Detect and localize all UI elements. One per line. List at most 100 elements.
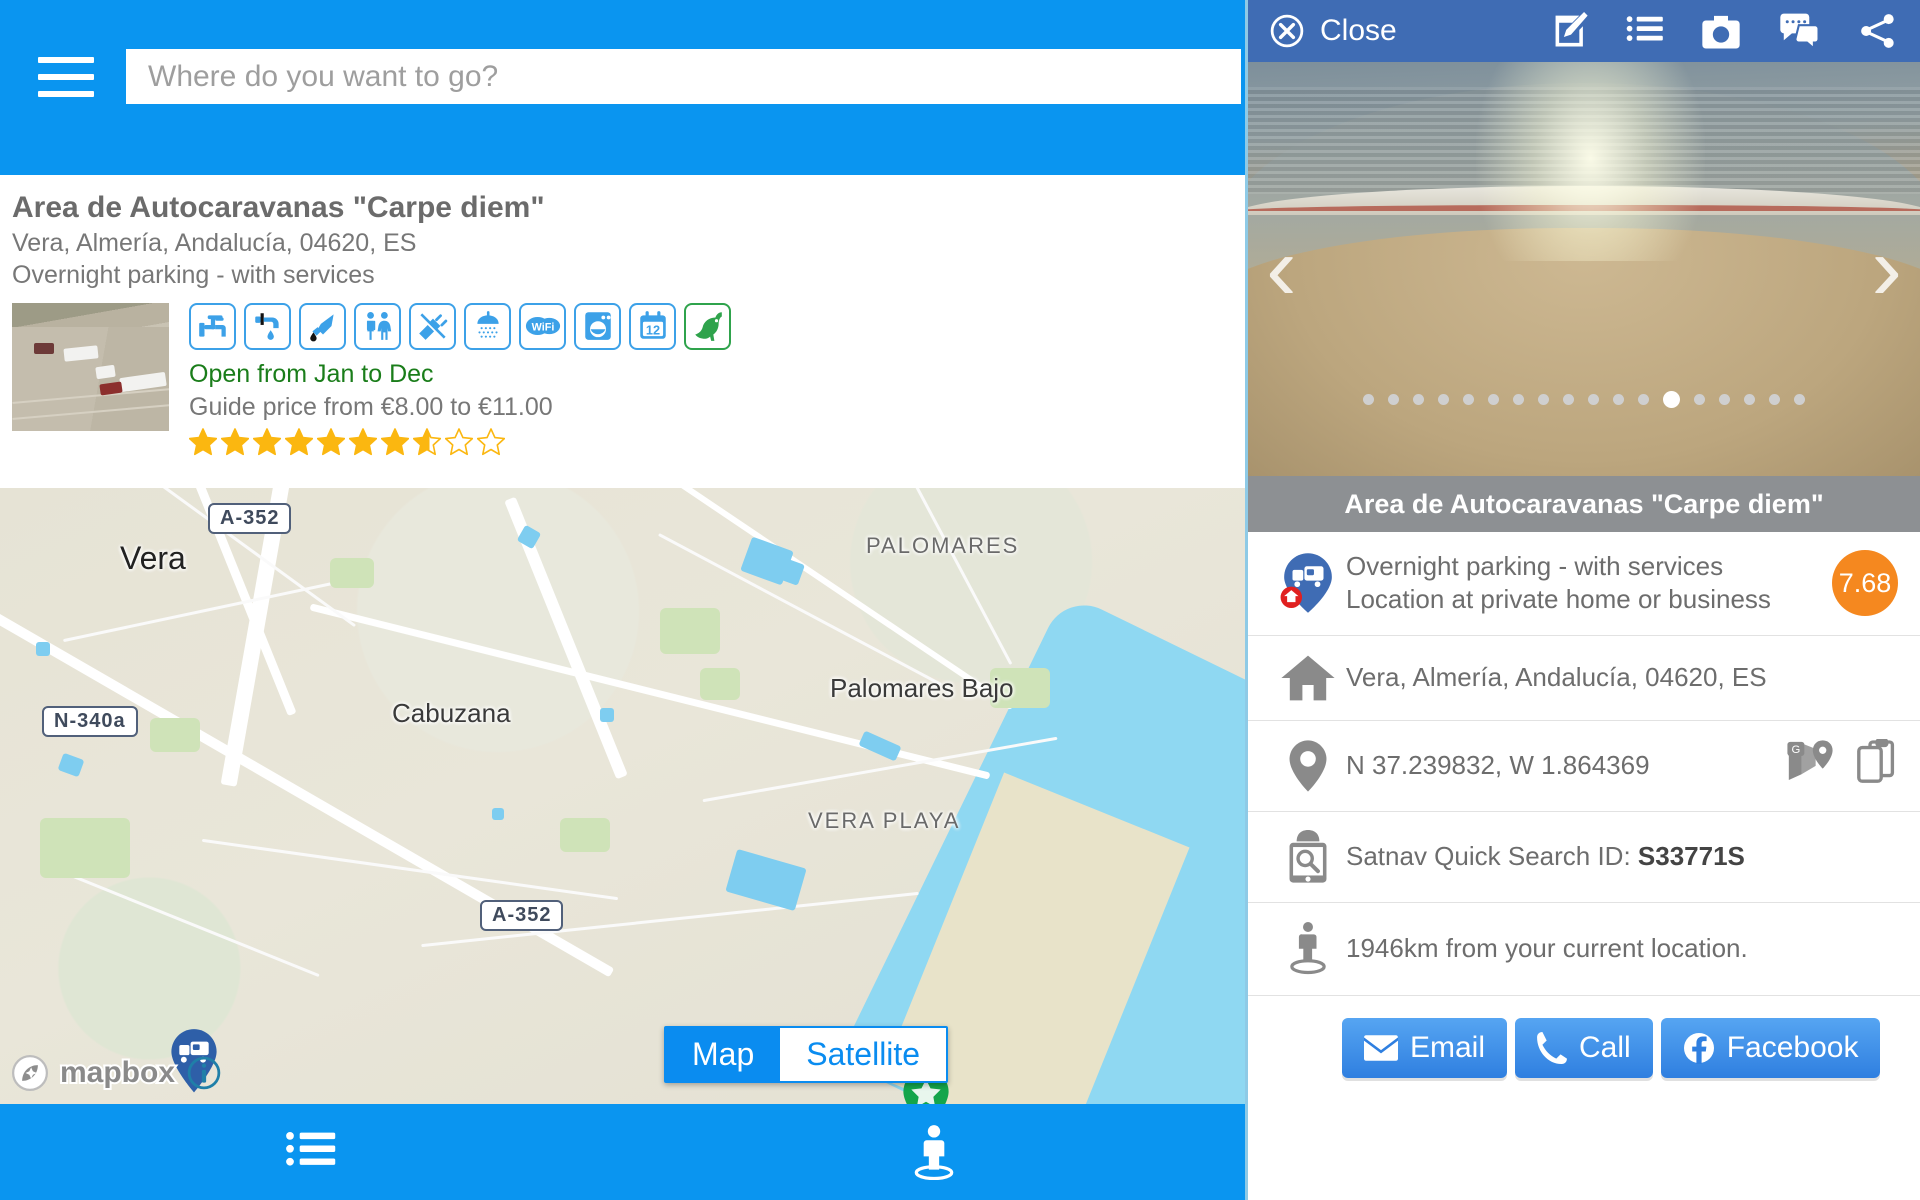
card-right: WiFi 12 Open from Jan to Dec Guide price… — [189, 302, 731, 456]
electric-hookup-icon[interactable] — [409, 302, 456, 350]
comments-icon[interactable] — [1778, 13, 1822, 49]
gallery-dot[interactable] — [1794, 394, 1805, 405]
gallery-next-arrow[interactable]: › — [1871, 222, 1902, 314]
map-canvas[interactable]: Vera Cabuzana PALOMARES Palomares Bajo VERA … — [0, 488, 1245, 1104]
list-icon[interactable] — [1626, 15, 1664, 47]
walking-distance-icon — [1270, 921, 1346, 977]
camera-icon[interactable] — [1700, 13, 1742, 49]
copy-to-clipboard-icon[interactable] — [1856, 738, 1898, 792]
gallery-dot[interactable] — [1588, 394, 1599, 405]
laundry-washing-machine-icon[interactable] — [574, 302, 621, 350]
map-road-shield: N-340a — [42, 706, 138, 737]
gallery-dot[interactable] — [1694, 394, 1705, 405]
gallery-dot[interactable] — [1663, 391, 1680, 408]
close-label: Close — [1320, 14, 1397, 47]
gallery-dot[interactable] — [1363, 394, 1374, 405]
gallery-dot[interactable] — [1613, 394, 1624, 405]
contact-actions: Email Call Facebook — [1248, 996, 1920, 1078]
detail-row-category: Overnight parking - with services Locati… — [1248, 532, 1920, 636]
share-icon[interactable] — [1858, 12, 1898, 50]
coordinate-actions: G — [1786, 738, 1898, 792]
map-pin-icon — [1270, 739, 1346, 793]
gallery-dot[interactable] — [1513, 394, 1524, 405]
gallery-dot[interactable] — [1488, 394, 1499, 405]
rating-star[interactable] — [253, 427, 281, 456]
detail-category-text: Overnight parking - with services Locati… — [1346, 550, 1832, 617]
search-input[interactable] — [126, 49, 1241, 104]
dogs-allowed-icon[interactable] — [684, 302, 731, 350]
gallery-dot[interactable] — [1388, 394, 1399, 405]
mapbox-logo-icon — [12, 1055, 48, 1091]
facebook-icon — [1683, 1032, 1714, 1064]
gallery-dot[interactable] — [1538, 394, 1549, 405]
rating-star[interactable] — [445, 427, 473, 456]
call-button[interactable]: Call — [1515, 1017, 1653, 1078]
mapbox-label: mapbox — [58, 1054, 177, 1091]
map-road-shield: A-352 — [208, 503, 292, 534]
open-in-google-maps-icon[interactable]: G — [1786, 740, 1834, 791]
rating-star[interactable] — [317, 427, 345, 456]
gallery-prev-arrow[interactable]: ‹ — [1266, 222, 1297, 314]
facebook-button[interactable]: Facebook — [1660, 1017, 1881, 1078]
call-button-label: Call — [1579, 1030, 1631, 1064]
gallery-dot[interactable] — [1769, 394, 1780, 405]
email-button[interactable]: Email — [1342, 1017, 1508, 1078]
bottom-nav-list-button[interactable] — [0, 1104, 623, 1200]
chemical-toilet-disposal-icon[interactable] — [299, 302, 346, 350]
gallery-dot[interactable] — [1719, 394, 1730, 405]
gallery-dot[interactable] — [1638, 394, 1649, 405]
gallery-dot[interactable] — [1438, 394, 1449, 405]
drinking-water-tap-icon[interactable] — [189, 302, 236, 350]
detail-row-distance: 1946km from your current location. — [1248, 903, 1920, 996]
rating-star[interactable] — [477, 427, 505, 456]
rating-star[interactable] — [285, 427, 313, 456]
email-button-label: Email — [1410, 1030, 1486, 1064]
gallery-dot[interactable] — [1744, 394, 1755, 405]
map-road-shield: A-352 — [480, 900, 564, 931]
photo-gallery[interactable]: ‹ › — [1248, 62, 1920, 476]
svg-text:WiFi: WiFi — [531, 322, 554, 334]
map-place-label: VERA PLAYA — [808, 808, 961, 833]
app-root: Area de Autocaravanas "Carpe diem" Vera,… — [0, 0, 1920, 1200]
map-place-label: Cabuzana — [392, 698, 511, 728]
detail-panel-toolbar — [1552, 12, 1898, 50]
satnav-search-icon — [1270, 829, 1346, 884]
detail-satnav-text: Satnav Quick Search ID: S33771S — [1346, 840, 1898, 873]
list-view-icon — [286, 1131, 336, 1166]
bottom-nav-streetview-button[interactable] — [623, 1104, 1246, 1200]
gallery-dot[interactable] — [1463, 394, 1474, 405]
satnav-label: Satnav Quick Search ID: — [1346, 840, 1638, 871]
rating-star[interactable] — [413, 427, 441, 456]
grey-water-disposal-icon[interactable] — [244, 302, 291, 350]
street-view-pegman-icon — [914, 1125, 954, 1180]
gallery-photo-sunflare — [1476, 62, 1705, 261]
detail-panel-header: Close — [1248, 0, 1920, 62]
mapbox-attribution[interactable]: mapbox — [12, 1054, 221, 1091]
map-type-satellite-button[interactable]: Satellite — [780, 1028, 947, 1081]
search-container — [126, 49, 1245, 104]
map-info-icon[interactable] — [187, 1056, 221, 1090]
open-all-year-calendar-icon[interactable]: 12 — [629, 302, 676, 350]
map-place-label: Palomares Bajo — [830, 673, 1014, 703]
close-button[interactable]: Close — [1270, 14, 1397, 48]
rating-star[interactable] — [221, 427, 249, 456]
rating-star[interactable] — [189, 427, 217, 456]
map-type-toggle[interactable]: Map Satellite — [664, 1026, 949, 1083]
place-thumbnail[interactable] — [12, 302, 169, 431]
map-type-map-button[interactable]: Map — [666, 1028, 781, 1081]
rating-star[interactable] — [349, 427, 377, 456]
envelope-icon — [1364, 1034, 1398, 1061]
rating-stars[interactable] — [189, 427, 731, 456]
rating-star[interactable] — [381, 427, 409, 456]
edit-note-icon[interactable] — [1552, 12, 1590, 50]
detail-category-line1: Overnight parking - with services — [1346, 551, 1724, 581]
place-info-card[interactable]: Area de Autocaravanas "Carpe diem" Vera,… — [0, 175, 1245, 464]
card-body: WiFi 12 Open from Jan to Dec Guide price… — [12, 302, 1245, 456]
showers-icon[interactable] — [464, 302, 511, 350]
gallery-dots[interactable] — [1248, 391, 1920, 408]
gallery-dot[interactable] — [1413, 394, 1424, 405]
menu-hamburger-icon[interactable] — [38, 56, 94, 97]
wifi-icon[interactable]: WiFi — [519, 302, 566, 350]
toilets-icon[interactable] — [354, 302, 401, 350]
gallery-dot[interactable] — [1563, 394, 1574, 405]
